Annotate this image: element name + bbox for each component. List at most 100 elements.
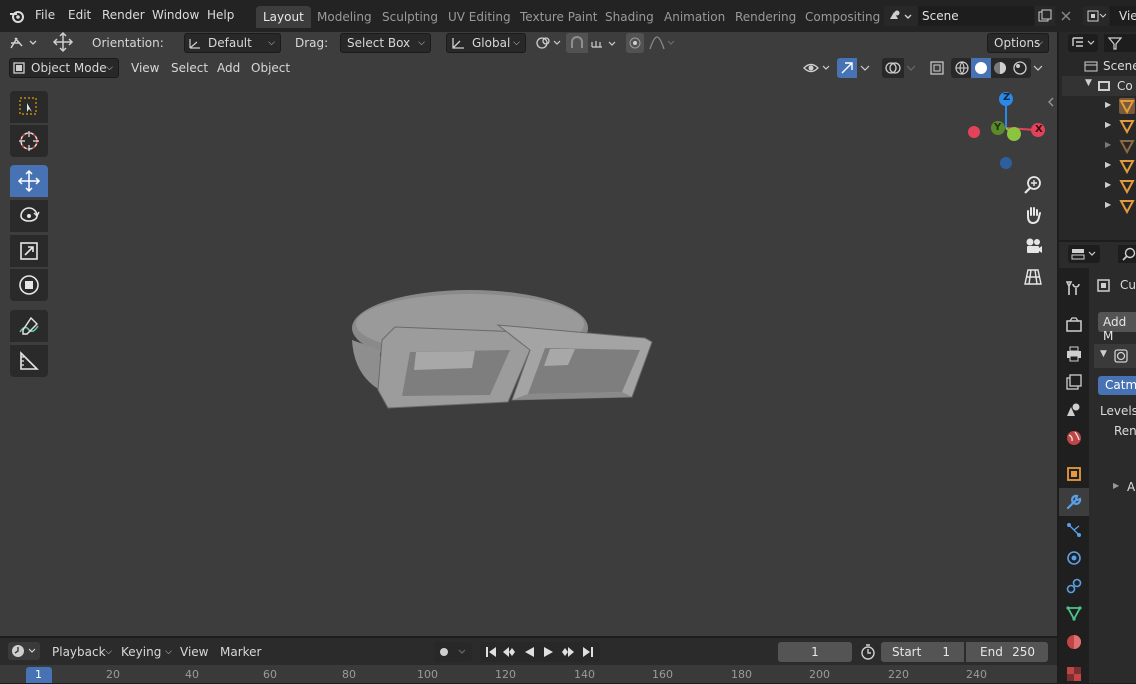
- tab-texture-paint[interactable]: Texture Paint: [513, 6, 604, 28]
- tab-render[interactable]: [1064, 315, 1084, 335]
- menu-render[interactable]: Render: [102, 8, 145, 22]
- tab-modifiers-active[interactable]: [1059, 488, 1089, 516]
- tab-physics[interactable]: [1064, 548, 1084, 568]
- jump-to-keyframe-back-icon[interactable]: [501, 645, 517, 659]
- keying-menu[interactable]: Keying ⌵: [116, 643, 174, 661]
- tab-tool[interactable]: [1064, 279, 1084, 299]
- tool-icon-dropdown[interactable]: [8, 34, 40, 52]
- proportional-edit-toggle[interactable]: [626, 33, 644, 53]
- jump-to-end-icon[interactable]: [581, 645, 595, 659]
- viewport-menu-select[interactable]: Select: [171, 59, 208, 77]
- perspective-toggle-button[interactable]: [1018, 264, 1048, 290]
- solid-shading-button[interactable]: [971, 58, 991, 78]
- collapse-arrow-icon[interactable]: ▼: [1100, 349, 1107, 359]
- measure-tool[interactable]: [10, 345, 48, 377]
- options-dropdown[interactable]: Options ⌵: [987, 33, 1049, 53]
- tab-uv-editing[interactable]: UV Editing: [441, 6, 518, 28]
- scene-selector-button[interactable]: [884, 6, 918, 26]
- end-frame-field[interactable]: End 250: [966, 642, 1048, 662]
- expand-arrow-icon[interactable]: ▶: [1105, 100, 1111, 109]
- tab-particles[interactable]: [1064, 520, 1084, 540]
- outliner-object-row[interactable]: ▶: [1062, 96, 1136, 116]
- outliner-object-row[interactable]: ▶: [1062, 176, 1136, 196]
- outliner-object-row[interactable]: ▶: [1062, 156, 1136, 176]
- outliner-filter-button[interactable]: [1104, 34, 1136, 52]
- scene-name-field[interactable]: Scene: [918, 6, 1034, 26]
- tab-material[interactable]: [1064, 632, 1084, 652]
- outliner-object-row[interactable]: ▶: [1062, 116, 1136, 136]
- tab-view-layer[interactable]: [1064, 372, 1084, 392]
- drag-dropdown[interactable]: Select Box ⌵: [340, 33, 431, 53]
- gizmo-y-axis[interactable]: [1007, 127, 1021, 141]
- timeline-menu-marker[interactable]: Marker: [220, 643, 261, 661]
- zoom-button[interactable]: [1018, 172, 1048, 198]
- gizmo-toggle[interactable]: [837, 58, 857, 78]
- properties-search[interactable]: [1118, 245, 1136, 263]
- menu-edit[interactable]: Edit: [68, 8, 91, 22]
- catmull-clark-button[interactable]: Catmu: [1098, 376, 1136, 395]
- add-modifier-button[interactable]: Add M: [1098, 312, 1136, 343]
- viewport-menu-view[interactable]: View: [131, 59, 159, 77]
- orientation-dropdown[interactable]: Default ⌵: [184, 33, 281, 53]
- tab-texture[interactable]: [1064, 664, 1084, 684]
- tab-modeling[interactable]: Modeling: [310, 6, 379, 28]
- xray-toggle[interactable]: [927, 58, 947, 78]
- frame-ruler[interactable]: 1 20 40 60 80 100 120 140 160 180 200 22…: [0, 665, 1057, 683]
- chevron-down-icon[interactable]: [905, 63, 917, 73]
- expand-arrow-icon[interactable]: ▶: [1105, 200, 1111, 209]
- wireframe-shading-icon[interactable]: [954, 60, 970, 76]
- transform-orientation-dropdown[interactable]: Global ⌵: [446, 33, 526, 53]
- properties-editor-type[interactable]: [1068, 245, 1100, 263]
- expand-arrow-icon[interactable]: ▼: [1085, 78, 1092, 88]
- annotate-tool[interactable]: [10, 310, 48, 342]
- select-box-tool[interactable]: [10, 91, 48, 123]
- gizmo-negative-x[interactable]: [968, 126, 980, 138]
- tab-shading[interactable]: Shading: [598, 6, 661, 28]
- rendered-shading-icon[interactable]: [1012, 60, 1028, 76]
- advanced-section-label[interactable]: A: [1127, 480, 1135, 494]
- overlays-toggle[interactable]: [882, 58, 904, 78]
- tab-layout[interactable]: Layout: [256, 6, 311, 28]
- snap-toggle[interactable]: [566, 33, 588, 53]
- falloff-curve-icon[interactable]: [648, 35, 676, 51]
- mode-dropdown[interactable]: Object Mode ⌵: [9, 58, 119, 78]
- current-frame-field[interactable]: 1: [778, 642, 852, 662]
- auto-keying-toggle[interactable]: [434, 642, 472, 662]
- view-layer-name-field[interactable]: Vie: [1110, 6, 1136, 26]
- jump-to-keyframe-forward-icon[interactable]: [560, 645, 576, 659]
- tab-object[interactable]: [1064, 464, 1084, 484]
- material-preview-icon[interactable]: [992, 60, 1008, 76]
- outliner-object-row[interactable]: ▶: [1062, 136, 1136, 156]
- timeline-menu-view[interactable]: View: [180, 643, 208, 661]
- expand-arrow-icon[interactable]: ▶: [1113, 481, 1119, 490]
- outliner-object-row[interactable]: ▶: [1062, 196, 1136, 216]
- chevron-down-icon[interactable]: [859, 63, 871, 73]
- mesh-object[interactable]: [340, 280, 670, 420]
- tab-world[interactable]: [1064, 428, 1084, 448]
- expand-arrow-icon[interactable]: ▶: [1105, 180, 1111, 189]
- visibility-eye-icon[interactable]: [802, 59, 832, 77]
- chevron-down-icon[interactable]: [1032, 63, 1044, 73]
- cursor-tool[interactable]: [10, 125, 48, 157]
- menu-window[interactable]: Window: [152, 8, 199, 22]
- play-icon[interactable]: [542, 645, 556, 659]
- new-scene-button[interactable]: [1035, 6, 1055, 26]
- play-reverse-icon[interactable]: [522, 645, 536, 659]
- tab-scene[interactable]: [1064, 400, 1084, 420]
- tab-data[interactable]: [1064, 603, 1084, 623]
- tab-rendering[interactable]: Rendering: [728, 6, 803, 28]
- menu-help[interactable]: Help: [207, 8, 234, 22]
- jump-to-start-icon[interactable]: [484, 645, 498, 659]
- outliner-row-scene[interactable]: Scene: [1062, 56, 1136, 76]
- pivot-point-icon[interactable]: [534, 34, 564, 52]
- tab-constraints[interactable]: [1064, 576, 1084, 596]
- tab-output[interactable]: [1064, 344, 1084, 364]
- stopwatch-icon[interactable]: [858, 643, 878, 661]
- viewport-menu-object[interactable]: Object: [251, 59, 290, 77]
- camera-view-button[interactable]: [1018, 233, 1048, 259]
- playhead[interactable]: 1: [26, 667, 52, 683]
- menu-file[interactable]: File: [35, 8, 55, 22]
- expand-arrow-icon[interactable]: ▶: [1105, 120, 1111, 129]
- tab-compositing[interactable]: Compositing: [798, 6, 887, 28]
- outliner-display-mode[interactable]: [1068, 34, 1098, 52]
